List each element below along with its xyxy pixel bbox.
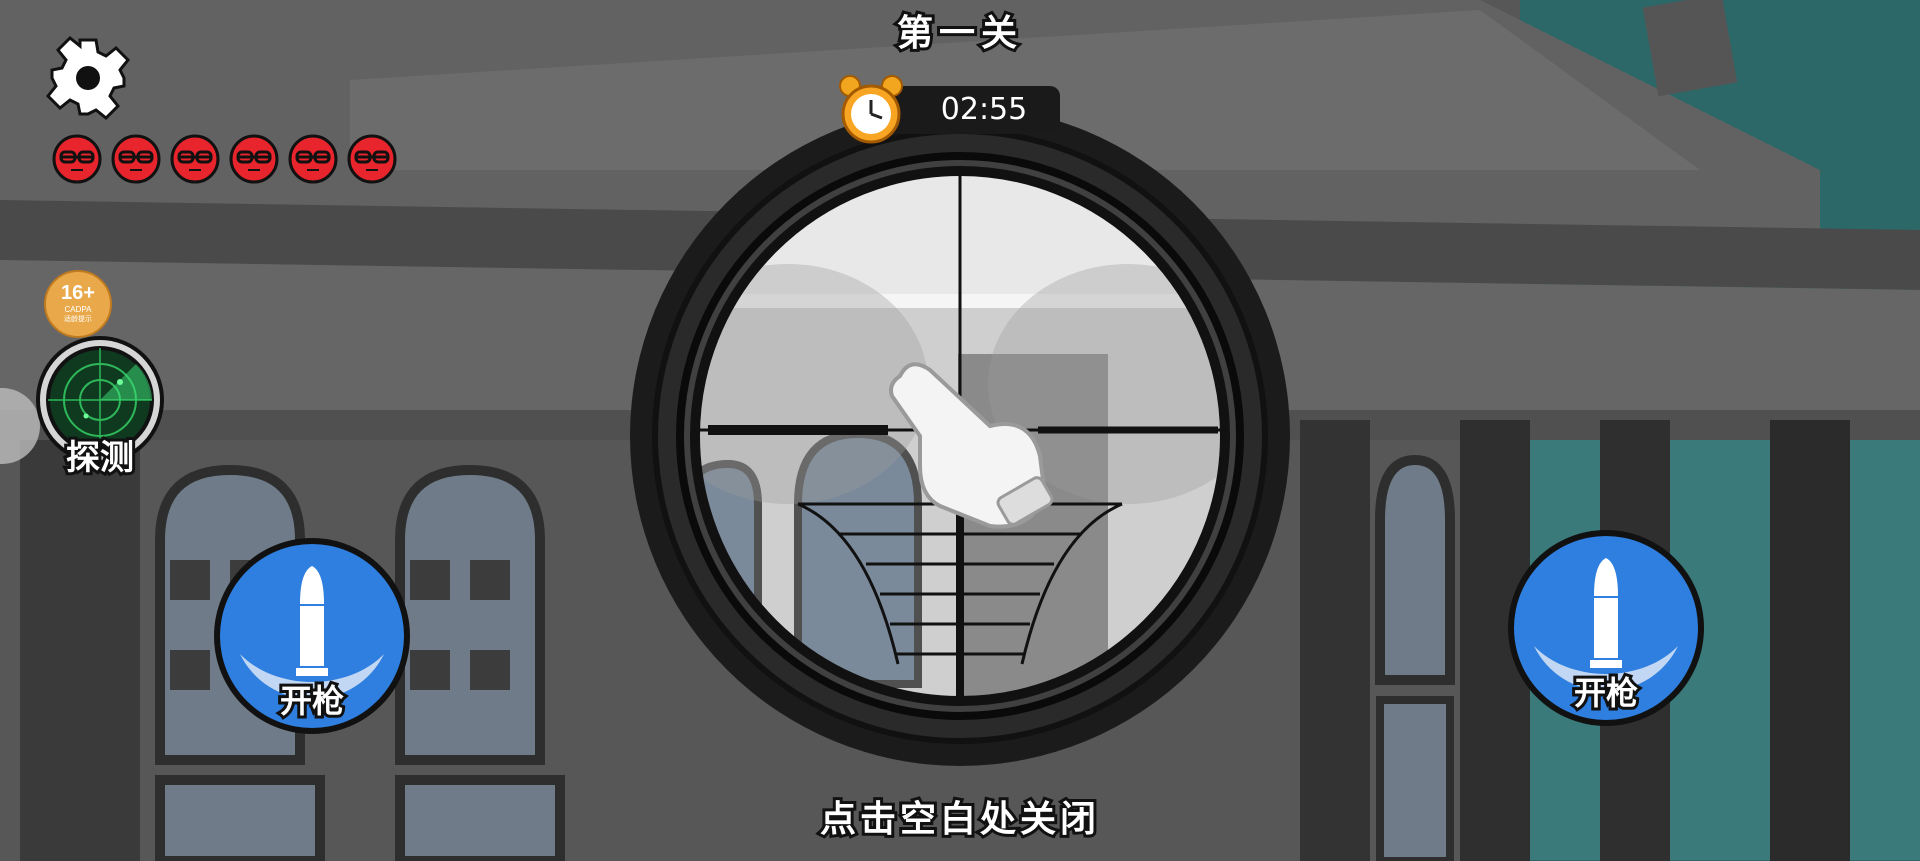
fire-button-left-label: 开枪 bbox=[277, 679, 347, 723]
age-rating-label: 16+ bbox=[61, 282, 95, 304]
age-rating-sub2: 适龄提示 bbox=[64, 316, 92, 323]
red-face-icon bbox=[229, 134, 279, 184]
lives-row bbox=[52, 134, 397, 184]
age-rating-sub: CADPA bbox=[64, 305, 92, 314]
level-title: 第一关 bbox=[894, 10, 1023, 57]
age-rating-badge: 16+ CADPA 适龄提示 bbox=[44, 270, 112, 338]
radar-label: 探测 bbox=[63, 435, 137, 481]
close-hint-text: 点击空白处关闭 bbox=[817, 796, 1100, 843]
pointing-hand-icon bbox=[889, 362, 1054, 529]
red-face-icon bbox=[52, 134, 102, 184]
alarm-clock-icon bbox=[839, 75, 903, 144]
gear-icon[interactable] bbox=[46, 36, 130, 120]
red-face-icon bbox=[170, 134, 220, 184]
timer-value: 02:55 bbox=[940, 92, 1028, 127]
red-face-icon bbox=[111, 134, 161, 184]
fire-button-right-label: 开枪 bbox=[1571, 671, 1641, 715]
red-face-icon bbox=[347, 134, 397, 184]
red-face-icon bbox=[288, 134, 338, 184]
